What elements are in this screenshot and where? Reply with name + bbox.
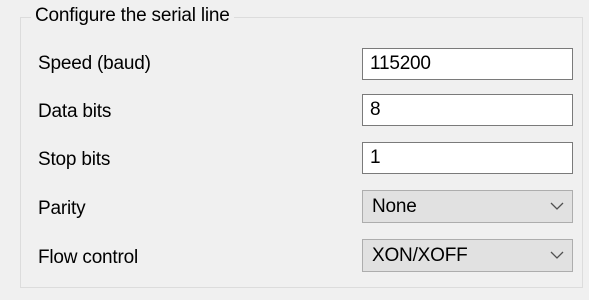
parity-label: Parity xyxy=(38,198,86,219)
groupbox-title: Configure the serial line xyxy=(31,4,234,28)
flow-control-select-value: XON/XOFF xyxy=(372,245,468,266)
chevron-down-icon xyxy=(550,251,564,259)
flow-control-label: Flow control xyxy=(38,247,139,268)
parity-select[interactable]: None xyxy=(362,190,573,223)
data-bits-input[interactable]: 8 xyxy=(362,94,573,126)
speed-input[interactable]: 115200 xyxy=(362,48,573,80)
stop-bits-input[interactable]: 1 xyxy=(362,142,573,174)
speed-label: Speed (baud) xyxy=(38,53,151,74)
data-bits-label: Data bits xyxy=(38,101,112,122)
flow-control-select[interactable]: XON/XOFF xyxy=(362,239,573,272)
stop-bits-label: Stop bits xyxy=(38,149,111,170)
chevron-down-icon xyxy=(550,202,564,210)
parity-select-value: None xyxy=(372,196,417,217)
